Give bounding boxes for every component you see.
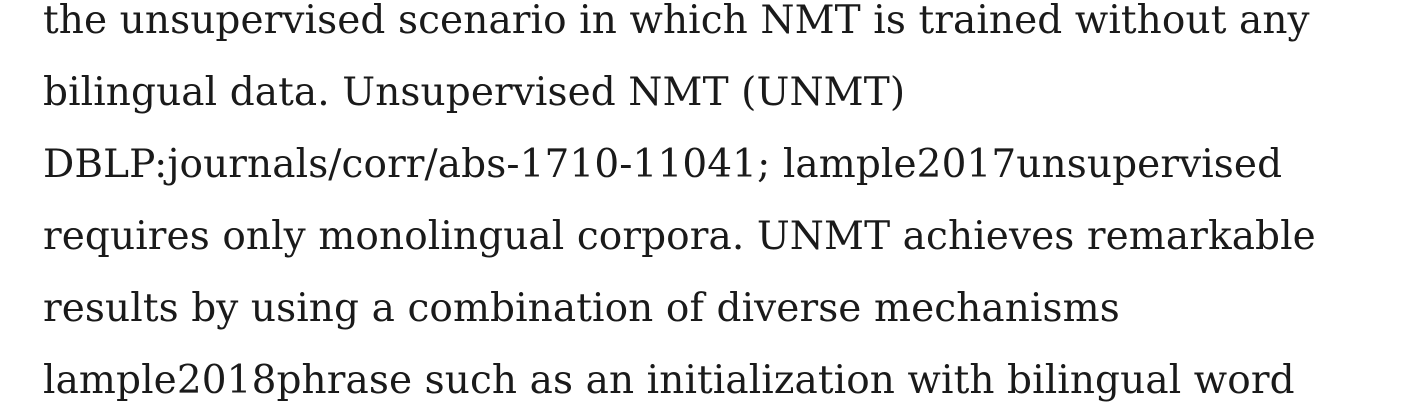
paragraph-line-4: requires only monolingual corpora. UNMT … (43, 214, 1316, 259)
paragraph-line-2: bilingual data. Unsupervised NMT (UNMT) (43, 70, 906, 115)
paragraph-line-5: results by using a combination of divers… (43, 286, 1120, 331)
paragraph-line-3: DBLP:journals/corr/abs-1710-11041; lampl… (43, 142, 1283, 187)
paper-paragraph: the unsupervised scenario in which NMT i… (0, 0, 1404, 410)
paragraph-line-1: the unsupervised scenario in which NMT i… (43, 0, 1310, 43)
paragraph-line-6: lample2018phrase such as an initializati… (43, 358, 1295, 403)
